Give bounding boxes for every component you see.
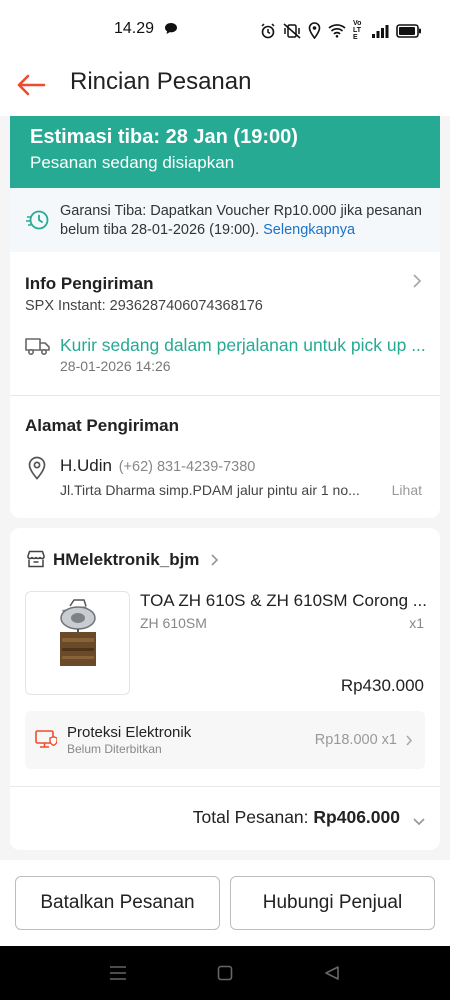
shop-chevron-icon [210, 553, 219, 572]
cancel-order-button[interactable]: Batalkan Pesanan [15, 876, 220, 930]
device-protection-icon [35, 730, 58, 754]
protection-status: Belum Diterbitkan [67, 742, 162, 756]
product-image[interactable] [25, 591, 130, 695]
order-total: Total Pesanan: Rp406.000 [193, 807, 400, 828]
chevron-right-icon [405, 734, 413, 752]
page-title: Rincian Pesanan [70, 68, 252, 95]
battery-icon [396, 23, 421, 38]
delivery-estimate-banner: Estimasi tiba: 28 Jan (19:00) Pesanan se… [10, 116, 440, 188]
order-status-text: Pesanan sedang disiapkan [30, 153, 235, 172]
status-bar: 14.29 Vo LTE [0, 0, 450, 58]
shipping-card: Info Pengiriman SPX Instant: 29362874060… [10, 252, 440, 518]
vibrate-off-icon [283, 22, 301, 39]
menu-icon[interactable] [109, 965, 127, 986]
status-time: 14.29 [114, 20, 155, 37]
back-button[interactable] [14, 68, 48, 102]
recipient-phone: (+62) 831-4239-7380 [118, 459, 256, 475]
shop-name: HMelektronik_bjm [53, 550, 200, 569]
shipping-info-title: Info Pengiriman [25, 274, 154, 293]
shipping-timestamp: 28-01-2026 14:26 [60, 358, 171, 374]
arrival-guarantee: Garansi Tiba: Dapatkan Voucher Rp10.000 … [10, 188, 440, 252]
shipping-status: Kurir sedang dalam perjalanan untuk pick… [60, 335, 425, 355]
order-total-label: Total Pesanan: [192, 807, 309, 827]
product-quantity: x1 [409, 615, 424, 631]
contact-seller-button[interactable]: Hubungi Penjual [230, 876, 435, 930]
signal-icon [372, 24, 389, 38]
guarantee-more-link[interactable]: Selengkapnya [263, 222, 355, 238]
wifi-icon [328, 24, 346, 38]
shop-icon [26, 550, 46, 573]
clock-guarantee-icon [26, 208, 50, 237]
location-icon [308, 22, 321, 39]
volte-icon: Vo LTE [353, 20, 362, 41]
shop-header[interactable]: HMelektronik_bjm [10, 528, 440, 584]
guarantee-text: Garansi Tiba: Dapatkan Voucher Rp10.000 … [60, 202, 430, 240]
chevron-down-icon [412, 813, 426, 831]
address-line: Jl.Tirta Dharma simp.PDAM jalur pintu ai… [60, 482, 360, 498]
order-total-value: Rp406.000 [313, 807, 400, 827]
alarm-icon [261, 22, 275, 38]
estimate-text: Estimasi tiba: 28 Jan (19:00) [30, 126, 298, 148]
truck-icon [25, 336, 51, 361]
location-pin-icon [27, 456, 47, 485]
product-price: Rp430.000 [340, 676, 424, 695]
shipping-info-section[interactable]: Info Pengiriman SPX Instant: 29362874060… [10, 252, 440, 392]
order-card: HMelektronik_bjm TOA ZH 610S & ZH 610SM … [10, 528, 440, 850]
protection-title: Proteksi Elektronik [67, 724, 192, 741]
chevron-right-icon [412, 272, 422, 295]
recipient-name: H.Udin [60, 456, 112, 475]
back-arrow-icon [17, 74, 46, 96]
address-section[interactable]: Alamat Pengiriman H.Udin (+62) 831-4239-… [10, 396, 440, 518]
protection-price: Rp18.000 x1 [314, 732, 397, 748]
status-icons: Vo LTE [260, 20, 422, 41]
guarantee-message: Garansi Tiba: Dapatkan Voucher Rp10.000 … [60, 203, 422, 238]
tracking-number: SPX Instant: 2936287406074368176 [25, 298, 263, 314]
order-total-row[interactable]: Total Pesanan: Rp406.000 [10, 787, 440, 847]
address-see-more[interactable]: Lihat [392, 482, 422, 498]
app-bar: Rincian Pesanan [0, 58, 450, 116]
bottom-action-bar: Batalkan Pesanan Hubungi Penjual [0, 860, 450, 946]
product-name[interactable]: TOA ZH 610S & ZH 610SM Corong ... [140, 591, 430, 611]
chat-notification-icon [164, 22, 178, 40]
system-navigation-bar [0, 946, 450, 1000]
home-icon[interactable] [217, 965, 233, 986]
back-nav-icon[interactable] [324, 965, 340, 986]
recipient-line: H.Udin (+62) 831-4239-7380 [60, 456, 255, 476]
product-variant: ZH 610SM [140, 615, 207, 631]
protection-row[interactable]: Proteksi Elektronik Belum Diterbitkan Rp… [25, 711, 425, 769]
address-title: Alamat Pengiriman [25, 416, 179, 435]
